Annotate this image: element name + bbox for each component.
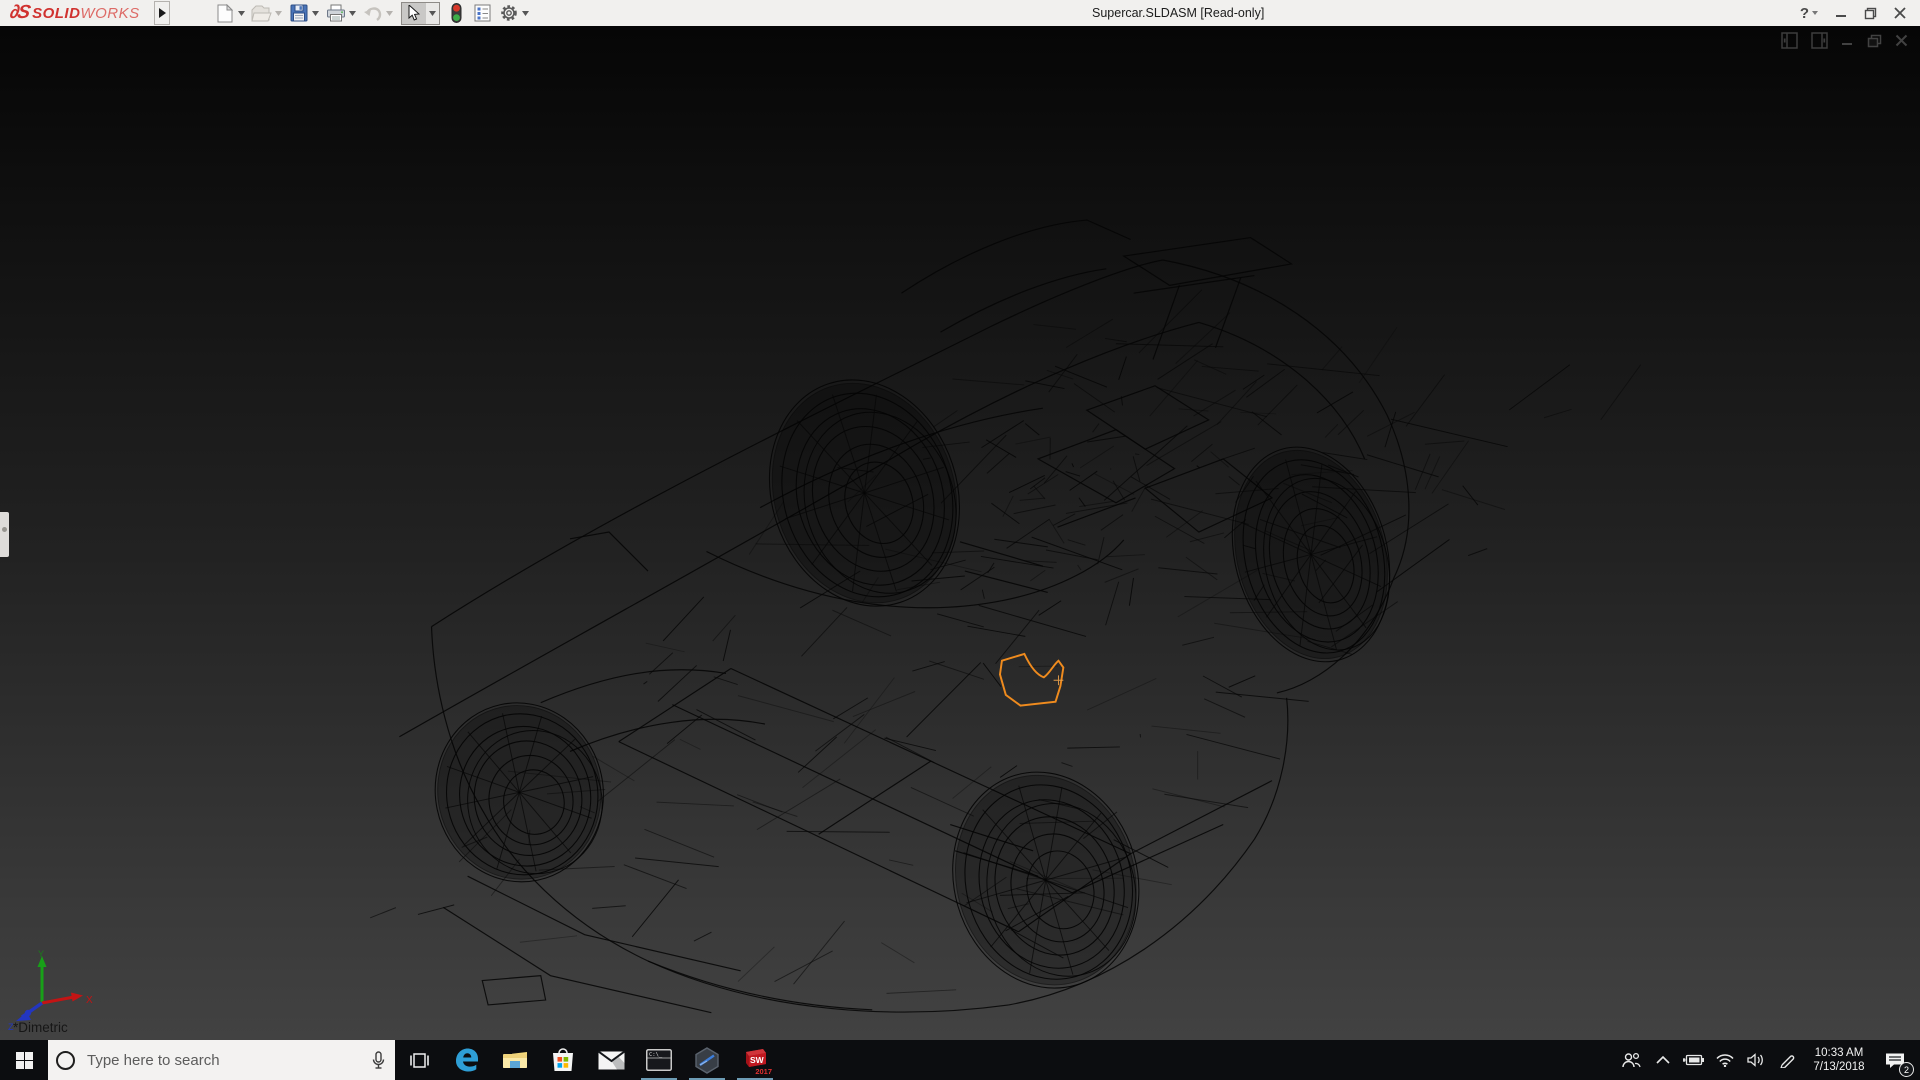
rebuild-button[interactable] bbox=[444, 1, 470, 25]
save-button[interactable] bbox=[286, 1, 323, 25]
clock-time: 10:33 AM bbox=[1814, 1047, 1864, 1059]
task-view-button[interactable] bbox=[395, 1040, 443, 1080]
view-orientation-label: *Dimetric bbox=[13, 1020, 68, 1035]
rebuild-traffic-light-icon bbox=[446, 2, 468, 24]
people-icon bbox=[1622, 1052, 1641, 1068]
file-properties-button[interactable] bbox=[470, 1, 496, 25]
command-prompt-icon: C:\_ bbox=[646, 1049, 672, 1071]
close-button[interactable] bbox=[1890, 0, 1910, 26]
document-window-controls bbox=[1781, 32, 1908, 49]
edge-icon bbox=[456, 1048, 478, 1072]
taskbar-clock[interactable]: 10:33 AM 7/13/2018 bbox=[1802, 1040, 1876, 1080]
microphone-icon[interactable] bbox=[372, 1050, 385, 1070]
notification-badge: 2 bbox=[1899, 1062, 1914, 1077]
undo-button[interactable] bbox=[360, 1, 397, 25]
window-controls: ? bbox=[1796, 0, 1910, 26]
task-view-icon bbox=[409, 1052, 429, 1068]
windows-ink-button[interactable] bbox=[1771, 1040, 1802, 1080]
graphics-area[interactable]: Y X Z *Dimetric bbox=[0, 26, 1920, 1040]
mail-button[interactable] bbox=[587, 1040, 635, 1080]
mail-icon bbox=[597, 1050, 625, 1069]
open-button[interactable] bbox=[249, 1, 286, 25]
document-restore-icon[interactable] bbox=[1867, 34, 1882, 48]
windows-taskbar: C:\_ SW 2017 bbox=[0, 1040, 1920, 1080]
new-document-caret[interactable] bbox=[236, 2, 247, 24]
triad-x-label: X bbox=[86, 995, 93, 1006]
cmd-title-text: C:\_ bbox=[649, 1052, 663, 1058]
search-input[interactable] bbox=[87, 1051, 372, 1069]
options-caret[interactable] bbox=[520, 2, 531, 24]
help-caret-icon bbox=[1812, 11, 1818, 15]
solidworks-2017-button[interactable]: SW 2017 bbox=[731, 1040, 779, 1080]
new-document-button[interactable] bbox=[212, 1, 249, 25]
undo-icon bbox=[362, 2, 384, 24]
file-properties-icon bbox=[472, 2, 494, 24]
start-button[interactable] bbox=[0, 1040, 48, 1080]
save-icon bbox=[288, 2, 310, 24]
windows-logo-icon bbox=[15, 1051, 33, 1069]
clock-date: 7/13/2018 bbox=[1813, 1061, 1865, 1073]
hexagon-app-icon bbox=[695, 1046, 719, 1074]
hexagon-app-button[interactable] bbox=[683, 1040, 731, 1080]
cortana-icon bbox=[56, 1050, 75, 1070]
title-bar: ∂S SOLID WORKS Supercar.SLDASM [Read-onl… bbox=[0, 0, 1920, 26]
taskbar-app-icons: C:\_ SW 2017 bbox=[395, 1040, 779, 1080]
options-gear-icon bbox=[498, 2, 520, 24]
edge-button[interactable] bbox=[443, 1040, 491, 1080]
select-tool-group bbox=[400, 1, 440, 25]
store-button[interactable] bbox=[539, 1040, 587, 1080]
help-button[interactable]: ? bbox=[1796, 0, 1822, 26]
action-center-button[interactable]: 2 bbox=[1876, 1040, 1914, 1080]
hidden-icons-button[interactable] bbox=[1647, 1040, 1678, 1080]
select-tool-caret[interactable] bbox=[425, 2, 439, 24]
save-caret[interactable] bbox=[310, 2, 321, 24]
command-prompt-button[interactable]: C:\_ bbox=[635, 1040, 683, 1080]
print-caret[interactable] bbox=[347, 2, 358, 24]
sw-year-label: 2017 bbox=[755, 1067, 772, 1076]
document-close-icon[interactable] bbox=[1895, 34, 1908, 47]
select-tool-button[interactable] bbox=[401, 2, 426, 24]
open-caret[interactable] bbox=[273, 2, 284, 24]
volume-button[interactable] bbox=[1740, 1040, 1771, 1080]
battery-charging-icon bbox=[1683, 1054, 1704, 1066]
options-button[interactable] bbox=[496, 1, 533, 25]
wifi-icon bbox=[1715, 1053, 1734, 1067]
new-document-icon bbox=[214, 2, 236, 24]
feature-manager-collapsed-tab[interactable] bbox=[0, 512, 9, 557]
pen-icon bbox=[1779, 1055, 1794, 1068]
undo-caret[interactable] bbox=[384, 2, 395, 24]
solidworks-logo-icon: ∂S bbox=[7, 2, 31, 23]
window-title: Supercar.SLDASM [Read-only] bbox=[1092, 6, 1265, 20]
battery-button[interactable] bbox=[1678, 1040, 1709, 1080]
feature-manager-tab-dot-icon bbox=[2, 527, 7, 532]
print-icon bbox=[325, 2, 347, 24]
system-tray: 10:33 AM 7/13/2018 2 bbox=[1616, 1040, 1920, 1080]
sw-letters: SW bbox=[750, 1055, 765, 1065]
restore-button[interactable] bbox=[1860, 0, 1881, 26]
wireframe-model-canvas[interactable] bbox=[0, 26, 1920, 1040]
print-button[interactable] bbox=[323, 1, 360, 25]
select-cursor-icon bbox=[408, 5, 420, 21]
menu-flyout-button[interactable] bbox=[153, 1, 170, 25]
display-pane-right-icon[interactable] bbox=[1811, 32, 1828, 49]
speaker-icon bbox=[1746, 1053, 1763, 1067]
chevron-up-icon bbox=[1655, 1056, 1670, 1064]
brand-name-light: WORKS bbox=[80, 4, 140, 22]
brand-name-bold: SOLID bbox=[32, 4, 81, 22]
file-explorer-icon bbox=[503, 1051, 527, 1068]
file-explorer-button[interactable] bbox=[491, 1040, 539, 1080]
store-icon bbox=[553, 1048, 573, 1071]
document-minimize-icon[interactable] bbox=[1841, 34, 1854, 47]
taskbar-search[interactable] bbox=[48, 1040, 395, 1080]
triad-y-label: Y bbox=[38, 949, 44, 959]
flyout-arrow-icon bbox=[158, 8, 166, 18]
solidworks-logo[interactable]: ∂S SOLID WORKS bbox=[0, 0, 146, 26]
network-button[interactable] bbox=[1709, 1040, 1740, 1080]
minimize-button[interactable] bbox=[1831, 0, 1851, 26]
display-pane-left-icon[interactable] bbox=[1781, 32, 1798, 49]
people-button[interactable] bbox=[1616, 1040, 1647, 1080]
quick-access-toolbar bbox=[212, 0, 533, 26]
open-icon bbox=[251, 2, 273, 24]
